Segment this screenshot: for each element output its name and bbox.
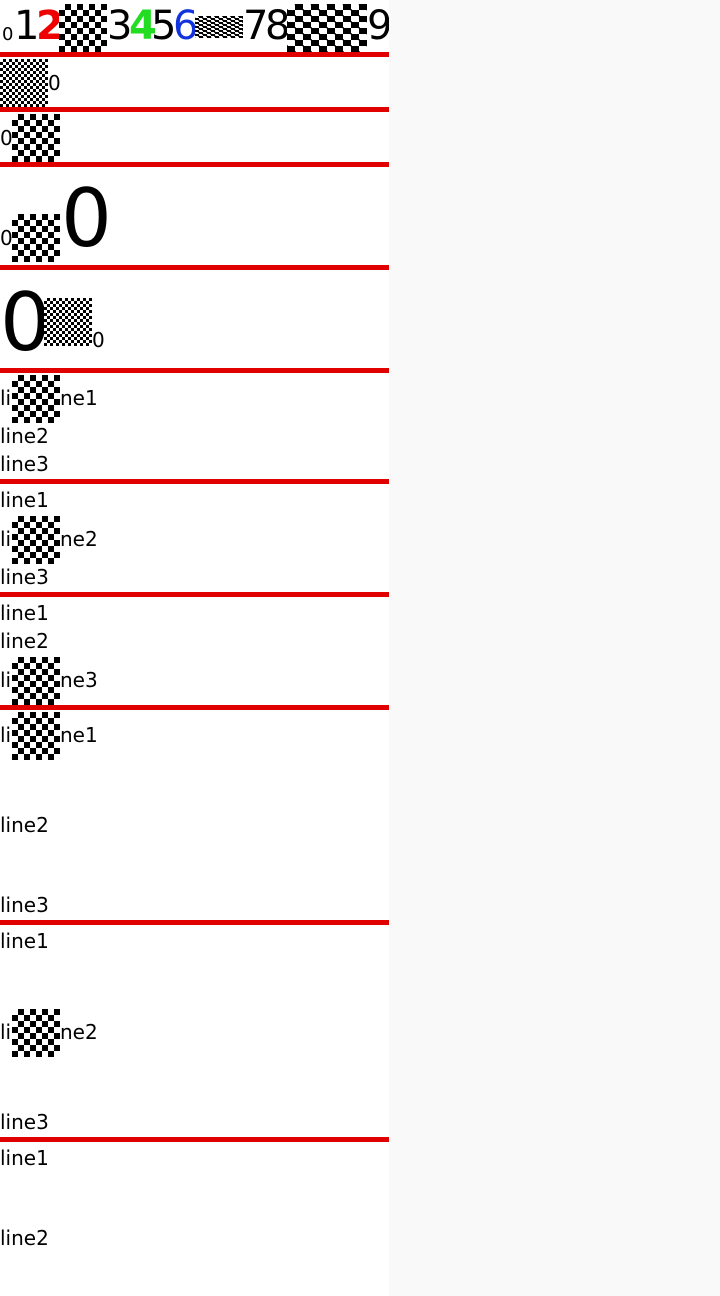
divider-rule [0,920,389,925]
text-ne3: ne3 [60,668,98,692]
large-zero: 0 [61,172,112,265]
text-li: li [0,1020,12,1044]
line1: line1 [0,929,49,953]
divider-rule [0,107,389,112]
checker-image [44,298,92,346]
text-li: li [0,527,12,551]
line1: line1 [0,488,49,512]
checker-image [12,712,60,760]
text-ne1: ne1 [60,723,98,747]
digit-0: 0 [2,24,14,45]
checker-image [12,114,60,162]
line2: line2 [0,629,49,653]
line1: line1 [0,1146,49,1170]
divider-rule [0,52,389,57]
line3: line3 [0,565,49,589]
line2: line2 [0,1226,49,1250]
test-page: 0 1 2 3 4 5 6 7 8 9 0 0 0 0 0 0 li ne1 l… [0,0,389,1296]
divider-rule [0,479,389,484]
checker-image [12,657,60,705]
small-zero: 0 [0,226,13,250]
line3: line3 [0,893,49,917]
small-zero: 0 [92,328,105,352]
divider-rule [0,592,389,597]
checker-image-3 [287,4,367,52]
checker-image [12,375,60,423]
checker-image-2 [195,16,243,38]
line3: line3 [0,1110,49,1134]
divider-rule [0,705,389,710]
checker-image [12,516,60,564]
checker-image [12,214,60,262]
line3: line3 [0,452,49,476]
text-li: li [0,723,12,747]
checker-image-1 [59,4,107,52]
text-li: li [0,668,12,692]
line2: line2 [0,813,49,837]
line2: line2 [0,424,49,448]
checker-image [0,59,48,107]
text-ne2: ne2 [60,527,98,551]
divider-rule [0,1137,389,1142]
small-zero: 0 [0,126,13,150]
text-li: li [0,386,12,410]
divider-rule [0,162,389,167]
text-ne2: ne2 [60,1020,98,1044]
divider-rule [0,368,389,373]
checker-image [12,1009,60,1057]
line1: line1 [0,601,49,625]
text-ne1: ne1 [60,386,98,410]
small-zero: 0 [48,71,61,95]
digit-9: 9 [367,3,389,49]
divider-rule [0,265,389,270]
